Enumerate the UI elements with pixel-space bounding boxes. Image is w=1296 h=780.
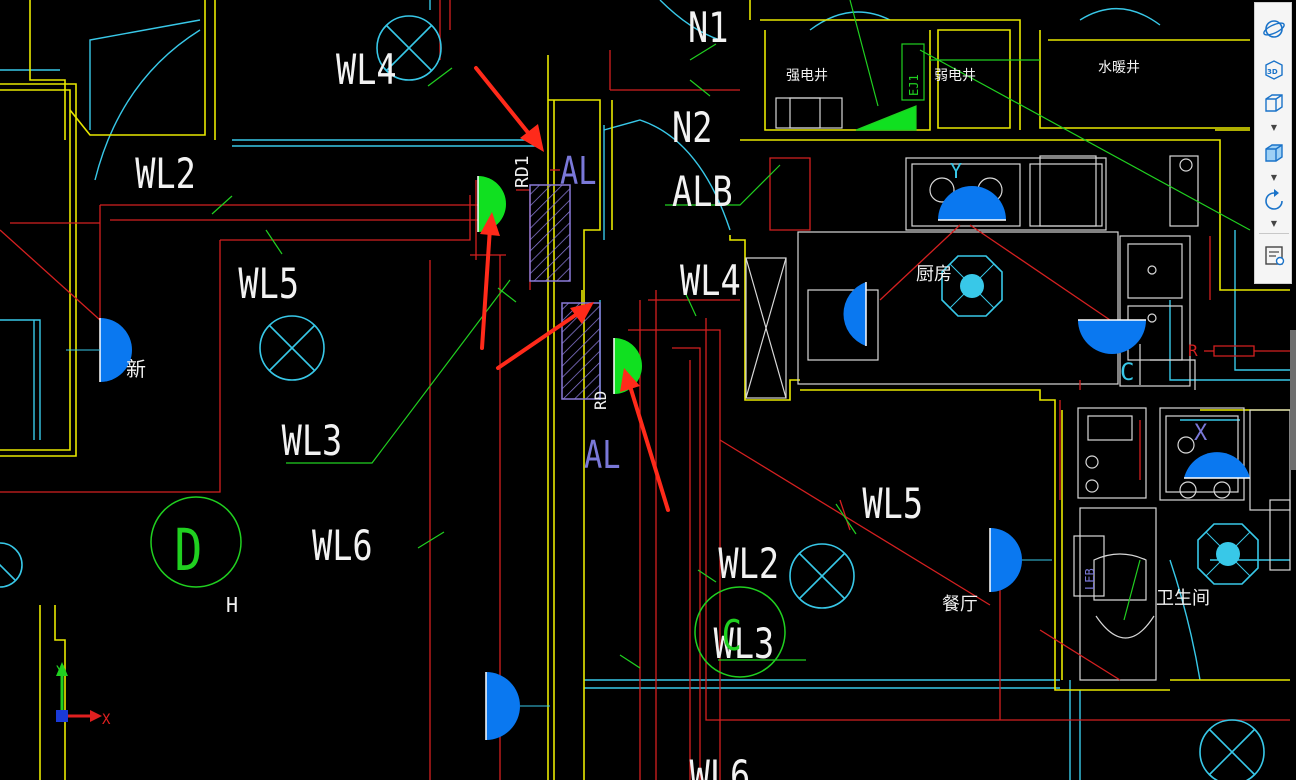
circuit-label-wl4-top: WL4: [336, 45, 397, 94]
mark-leb: LEB: [1083, 568, 1097, 590]
mark-r: R: [1188, 341, 1198, 360]
circuit-label-wl2-left: WL2: [135, 149, 196, 198]
circuit-label-wl6-left: WL6: [312, 521, 373, 570]
room-label-bathroom: 卫生间: [1156, 588, 1210, 609]
ucs-x-label: X: [102, 712, 111, 728]
arrow-2: [480, 212, 500, 350]
duct-lines: [0, 0, 1290, 780]
fixture-kitchen-top: [938, 186, 1006, 221]
panel-label-al-top: AL: [560, 150, 597, 194]
view-3d-button[interactable]: 3D: [1260, 55, 1288, 83]
lamp-x-5: [0, 542, 23, 588]
fixture-bath: [1184, 452, 1250, 479]
rotate-dropdown-caret[interactable]: ▼: [1268, 219, 1280, 229]
circuit-label-wl5-right: WL5: [862, 479, 923, 528]
box-shaded-icon: [1265, 144, 1283, 162]
circuit-label-wl4-mid: WL4: [680, 256, 741, 305]
ucs-y-label: Y: [56, 664, 65, 680]
wireframe-box-button[interactable]: [1260, 89, 1288, 117]
fixture-kitchen-left: [843, 282, 867, 346]
wall-lines: [0, 0, 1290, 780]
mark-y: Y: [950, 159, 962, 183]
annotation-arrows: [474, 66, 670, 512]
mark-ej1: EJ1: [907, 74, 921, 96]
lamp-x-2: [259, 315, 325, 381]
circuit-label-wl5-left: WL5: [238, 259, 299, 308]
wireframe-dropdown-caret[interactable]: ▼: [1268, 123, 1280, 133]
panel-tag-rd: RD: [591, 391, 610, 410]
room-label-partial: 新: [126, 357, 146, 381]
panel-label-n2: N2: [672, 103, 712, 152]
circuit-label-wl6-bottom: WL6: [690, 751, 751, 780]
mark-c-circle: C: [722, 611, 742, 660]
rotate-icon: [1265, 189, 1283, 210]
navigation-toolbar: 3D ▼ ▼ ▼: [1254, 2, 1292, 284]
orbit-icon: [1263, 20, 1285, 38]
properties-icon: [1265, 246, 1285, 266]
box-wireframe-icon: [1265, 94, 1283, 112]
shaft-label-weak: 弱电井: [934, 68, 976, 84]
mark-d: D: [174, 517, 202, 584]
orbit-button[interactable]: [1260, 15, 1288, 43]
properties-button[interactable]: [1260, 241, 1288, 269]
octagon-lamp-bath: [1197, 523, 1259, 585]
panel-upper-hatch: [529, 184, 571, 282]
side-panel-handle[interactable]: [1290, 330, 1296, 470]
panel-label-al-bottom: AL: [584, 434, 621, 478]
mark-h: H: [226, 593, 238, 617]
shaded-dropdown-caret[interactable]: ▼: [1268, 173, 1280, 183]
lamp-x-4: [1199, 719, 1265, 780]
fixture-corridor: [485, 672, 550, 740]
distribution-panels: [529, 184, 601, 400]
panel-label-alb: ALB: [672, 167, 733, 216]
panel-label-n1: N1: [688, 3, 728, 52]
room-label-kitchen: 厨房: [916, 264, 952, 285]
toolbar-divider: [1259, 233, 1289, 234]
shaded-box-button[interactable]: [1260, 139, 1288, 167]
mark-x: X: [1194, 421, 1208, 446]
mark-c-kitchen: C: [1120, 358, 1134, 386]
power-wiring: [0, 0, 1290, 780]
arrow-4: [620, 368, 670, 512]
rotate-button[interactable]: [1260, 187, 1288, 215]
circuit-label-wl2-right: WL2: [718, 539, 779, 588]
lamp-x-3: [789, 543, 855, 609]
room-label-dining: 餐厅: [942, 594, 978, 615]
shaft-label-water: 水暖井: [1098, 60, 1140, 76]
svg-text:3D: 3D: [1267, 68, 1278, 76]
circuit-label-wl3-left: WL3: [282, 416, 343, 465]
fixture-dining: [989, 528, 1052, 592]
shaft-label-power: 强电井: [786, 68, 828, 84]
panel-tag-rd1: RD1: [512, 155, 533, 188]
cad-drawing-canvas[interactable]: WL4 WL2 WL5 WL3 WL6 WL4 WL5 WL2 WL3 WL6 …: [0, 0, 1296, 780]
fixture-kitchen-right: [1078, 319, 1146, 354]
view-3d-icon: 3D: [1265, 60, 1283, 80]
